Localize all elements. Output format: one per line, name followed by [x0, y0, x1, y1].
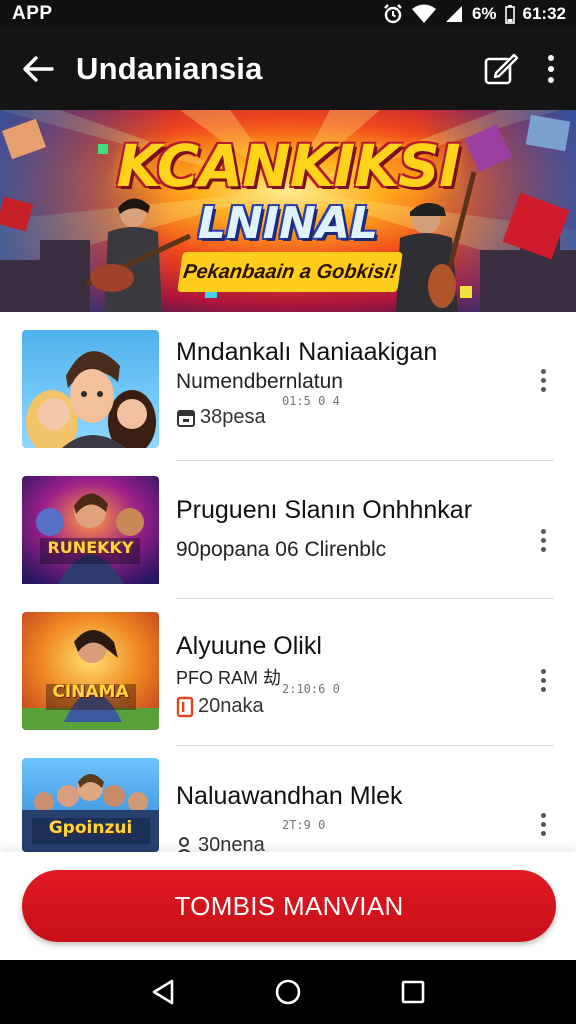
item-thumbnail	[22, 330, 159, 448]
item-thumbnail: Gpoinzui	[22, 758, 159, 852]
alarm-icon	[384, 4, 402, 24]
item-more-button[interactable]	[530, 660, 556, 700]
thumb-caption: CINAMA	[52, 682, 129, 702]
item-caption: 2T:9 0	[282, 818, 326, 832]
promo-banner[interactable]: KCANKIKSI LNINAL Pekanbaain a Gobkisi!	[0, 110, 576, 312]
bottom-action-area: TOMBIS MANVIAN	[0, 852, 576, 960]
list-item[interactable]: CINAMA Alyuune Olikl PFO RAM 劫 2:10:6 0 …	[0, 600, 576, 746]
banner-title-line2: LNINAL	[197, 198, 379, 249]
item-meta: 20naka	[176, 695, 264, 718]
item-title: Naluawandhan Mlek	[176, 782, 403, 810]
status-icons: 6% 61:32	[382, 3, 566, 25]
game-list: Mndankalı Naniaakigan Numendbernlatun 01…	[0, 312, 576, 852]
system-nav-bar	[0, 960, 576, 1024]
thumb-caption: Gpoinzui	[48, 818, 133, 838]
nav-recents-button[interactable]	[383, 960, 443, 1024]
item-caption: 01:5 0 4	[282, 394, 340, 408]
arrow-back-icon	[23, 56, 54, 82]
more-options-button[interactable]	[526, 28, 576, 110]
item-meta-text: 20naka	[198, 695, 264, 717]
edit-icon	[484, 53, 519, 85]
thumb-caption: RUNEKKY	[47, 538, 134, 557]
status-time: 61:32	[522, 4, 566, 23]
item-caption: 2:10:6 0	[282, 682, 340, 696]
circle-home-icon	[275, 979, 301, 1005]
person-icon	[177, 836, 192, 852]
item-meta-text: 38pesa	[200, 406, 266, 428]
nav-home-button[interactable]	[258, 960, 318, 1024]
item-subtitle: Numendbernlatun	[176, 370, 343, 393]
divider	[176, 598, 554, 599]
list-item[interactable]: RUNEKKY Pruguenı Slanın Onhhnkar 90popan…	[0, 462, 576, 599]
nav-back-button[interactable]	[133, 960, 193, 1024]
signal-icon	[445, 6, 462, 22]
item-thumbnail: CINAMA	[22, 612, 159, 730]
item-meta-text: 30nena	[198, 834, 265, 852]
more-vert-icon	[548, 55, 554, 83]
box-icon	[176, 696, 194, 717]
divider	[176, 745, 554, 746]
status-app-label: APP	[12, 3, 53, 24]
battery-icon	[504, 5, 515, 24]
back-button[interactable]	[0, 28, 76, 110]
app-bar: Undaniansia	[0, 28, 576, 110]
page-title: Undaniansia	[76, 51, 263, 86]
edit-button[interactable]	[476, 28, 526, 110]
wifi-icon	[411, 4, 436, 23]
primary-action-button[interactable]: TOMBIS MANVIAN	[22, 870, 556, 942]
item-subtitle: PFO RAM 劫	[176, 668, 282, 688]
item-more-button[interactable]	[530, 804, 556, 844]
item-title: Pruguenı Slanın Onhhnkar	[176, 496, 473, 524]
store-icon	[177, 409, 195, 427]
item-subtitle: 90popana 06 Clirenblc	[176, 538, 387, 561]
list-item[interactable]: Gpoinzui Naluawandhan Mlek 2T:9 0 30nena	[0, 748, 576, 852]
status-bar: APP 6% 61:32	[0, 0, 576, 28]
item-thumbnail: RUNEKKY	[22, 476, 159, 594]
item-title: Alyuune Olikl	[176, 632, 322, 660]
item-meta: 30nena	[176, 834, 265, 852]
square-recents-icon	[402, 980, 425, 1004]
item-more-button[interactable]	[530, 520, 556, 560]
banner-subtitle: Pekanbaain a Gobkisi!	[177, 252, 403, 292]
item-more-button[interactable]	[530, 360, 556, 400]
app-bar-actions	[476, 28, 576, 110]
divider	[176, 460, 554, 461]
triangle-back-icon	[152, 979, 173, 1005]
list-item[interactable]: Mndankalı Naniaakigan Numendbernlatun 01…	[0, 312, 576, 461]
banner-title-line1: KCANKIKSI	[116, 132, 460, 200]
item-meta: 38pesa	[176, 406, 266, 429]
item-title: Mndankalı Naniaakigan	[176, 338, 438, 366]
battery-text: 6%	[471, 4, 497, 23]
